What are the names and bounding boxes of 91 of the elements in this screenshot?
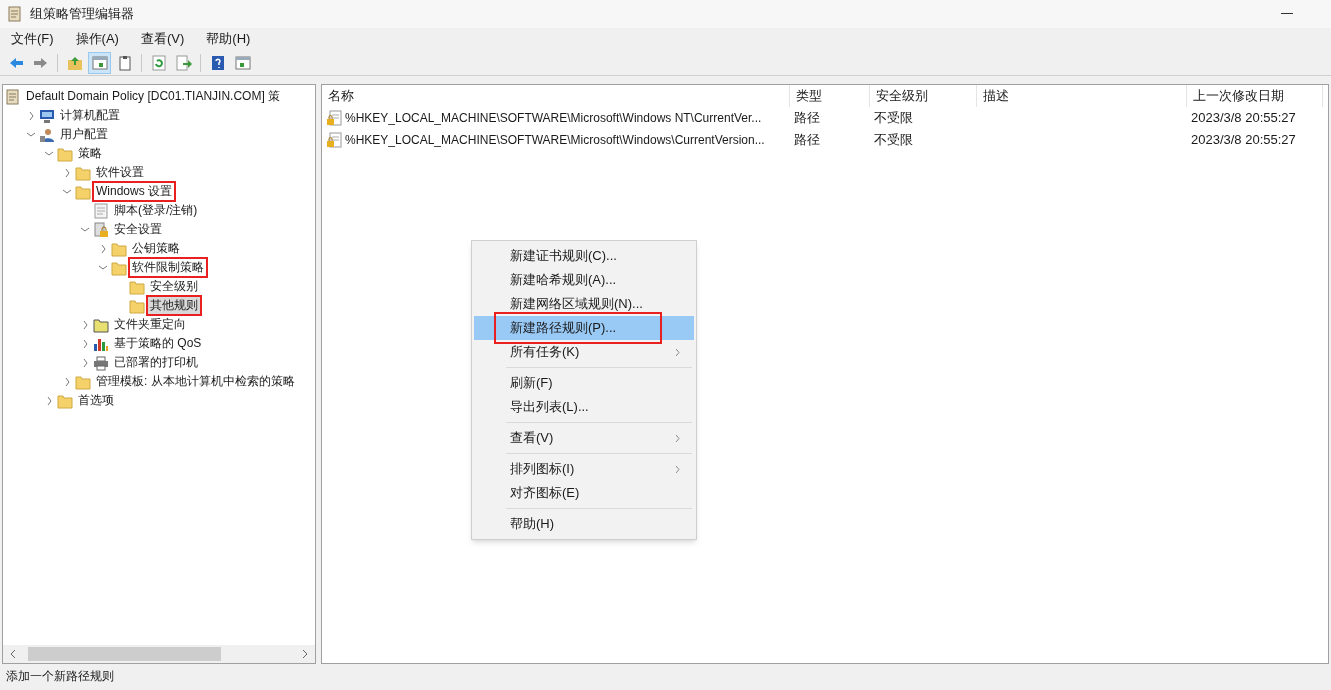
collapsed-chevron-icon[interactable]: [46, 396, 52, 405]
folder-up-icon: [66, 54, 83, 71]
clipboard-icon: [116, 54, 133, 71]
table-cell-text: 2023/3/8 20:55:27: [1191, 131, 1296, 150]
column-header[interactable]: 描述: [983, 86, 1009, 106]
toolbar-button[interactable]: [88, 51, 111, 74]
computer-icon: [39, 107, 55, 124]
menu-item[interactable]: 新建哈希规则(A)...: [474, 268, 694, 292]
window-title: 组策略管理编辑器: [30, 5, 134, 24]
tree-item[interactable]: 脚本(登录/注销): [112, 202, 200, 219]
script-icon: [93, 202, 109, 219]
collapsed-chevron-icon[interactable]: [82, 320, 88, 329]
table-cell-text: 路径: [794, 109, 820, 128]
menu-item[interactable]: 对齐图标(E): [474, 481, 694, 505]
menu-item[interactable]: 导出列表(L)...: [474, 395, 694, 419]
tree-item[interactable]: 安全设置: [112, 221, 164, 238]
refresh-icon: [150, 54, 167, 71]
expanded-chevron-icon[interactable]: [45, 151, 53, 156]
tree-item[interactable]: Default Domain Policy [DC01.TIANJIN.COM] 策: [24, 88, 283, 105]
export-icon: [175, 54, 192, 71]
expanded-chevron-icon[interactable]: [99, 265, 107, 270]
column-header[interactable]: 上一次修改日期: [1193, 86, 1284, 106]
menu-item[interactable]: 操作(A): [68, 29, 126, 49]
menu-item[interactable]: 帮助(H): [199, 29, 258, 49]
menu-item[interactable]: 刷新(F): [474, 371, 694, 395]
horizontal-scrollbar[interactable]: [3, 645, 315, 663]
folder-icon: [111, 240, 127, 257]
folder-icon: [129, 278, 145, 295]
menu-item[interactable]: 帮助(H): [474, 512, 694, 536]
scroll-left-icon[interactable]: [11, 650, 16, 658]
menu-item[interactable]: 排列图标(I): [474, 457, 694, 481]
tree-item[interactable]: 管理模板: 从本地计算机中检索的策略: [94, 373, 297, 390]
collapsed-chevron-icon[interactable]: [64, 168, 70, 177]
folder-icon: [75, 164, 91, 181]
tree-item[interactable]: 首选项: [76, 392, 116, 409]
collapsed-chevron-icon[interactable]: [28, 111, 34, 120]
menu-item[interactable]: 文件(F): [4, 29, 61, 49]
status-text: 添加一个新路径规则: [6, 668, 114, 685]
menu-item[interactable]: 新建证书规则(C)...: [474, 244, 694, 268]
folder-icon: [111, 259, 127, 276]
tree-item[interactable]: 策略: [76, 145, 104, 162]
policy-icon: [5, 88, 21, 105]
locked-document-icon: [326, 132, 342, 148]
tree-item[interactable]: 计算机配置: [58, 107, 122, 124]
tree-item[interactable]: 文件夹重定向: [112, 316, 188, 333]
user-icon: [39, 126, 55, 143]
tree-item[interactable]: 其他规则: [148, 297, 200, 314]
collapsed-chevron-icon[interactable]: [100, 244, 106, 253]
tree-item[interactable]: Windows 设置: [94, 183, 174, 200]
tree-item[interactable]: 安全级别: [148, 278, 200, 295]
column-header[interactable]: 名称: [328, 86, 354, 106]
panel-icon: [91, 54, 108, 71]
folder-icon: [75, 183, 91, 200]
scrollbar-thumb[interactable]: [28, 647, 221, 661]
table-cell-text: %HKEY_LOCAL_MACHINE\SOFTWARE\Microsoft\Windows\CurrentVersion...: [345, 132, 765, 149]
expanded-chevron-icon[interactable]: [63, 189, 71, 194]
table-cell-text: 不受限: [874, 131, 913, 150]
tree-item[interactable]: 基于策略的 QoS: [112, 335, 204, 352]
tree-item[interactable]: 软件限制策略: [130, 259, 206, 276]
tree-item[interactable]: 公钥策略: [130, 240, 182, 257]
menu-item[interactable]: 新建网络区域规则(N)...: [474, 292, 694, 316]
menu-item[interactable]: 查看(V): [474, 426, 694, 450]
menu-item[interactable]: 所有任务(K): [474, 340, 694, 364]
table-cell-text: %HKEY_LOCAL_MACHINE\SOFTWARE\Microsoft\Windows NT\CurrentVer...: [345, 110, 762, 127]
table-cell-text: 路径: [794, 131, 820, 150]
tree-item[interactable]: 已部署的打印机: [112, 354, 200, 371]
folder-icon: [57, 392, 73, 409]
column-header[interactable]: 类型: [796, 86, 822, 106]
tree-item[interactable]: 用户配置: [58, 126, 110, 143]
folder-icon: [57, 145, 73, 162]
folder-icon: [75, 373, 91, 390]
minimize-icon[interactable]: [1281, 13, 1293, 15]
scroll-right-icon[interactable]: [302, 650, 307, 658]
tree-item[interactable]: 软件设置: [94, 164, 146, 181]
panel-icon: [234, 54, 251, 71]
collapsed-chevron-icon[interactable]: [82, 339, 88, 348]
table-cell-text: 不受限: [874, 109, 913, 128]
column-header[interactable]: 安全级别: [876, 86, 928, 106]
table-cell-text: 2023/3/8 20:55:27: [1191, 109, 1296, 128]
folder-icon: [129, 297, 145, 314]
printer-icon: [93, 354, 109, 371]
collapsed-chevron-icon[interactable]: [82, 358, 88, 367]
app-icon: [8, 6, 22, 22]
menu-item[interactable]: 查看(V): [133, 29, 192, 49]
folder-icon: [93, 316, 109, 333]
expanded-chevron-icon[interactable]: [27, 132, 35, 137]
expanded-chevron-icon[interactable]: [81, 227, 89, 232]
collapsed-chevron-icon[interactable]: [64, 377, 70, 386]
security-icon: [93, 221, 109, 238]
locked-document-icon: [326, 110, 342, 126]
help-icon: [209, 54, 226, 71]
